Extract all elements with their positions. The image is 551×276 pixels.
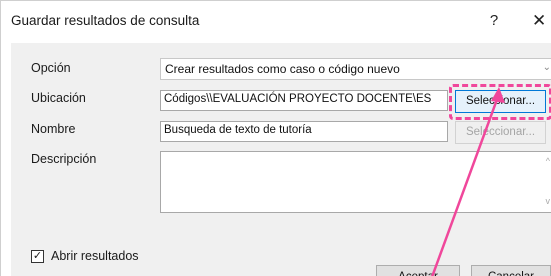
- annotation-arrow-line: [431, 93, 501, 276]
- annotation-arrow-head: [491, 87, 505, 103]
- annotation-arrow-icon: [431, 87, 505, 276]
- dialog-window: Guardar resultados de consulta ? ✕ Opció…: [0, 0, 551, 276]
